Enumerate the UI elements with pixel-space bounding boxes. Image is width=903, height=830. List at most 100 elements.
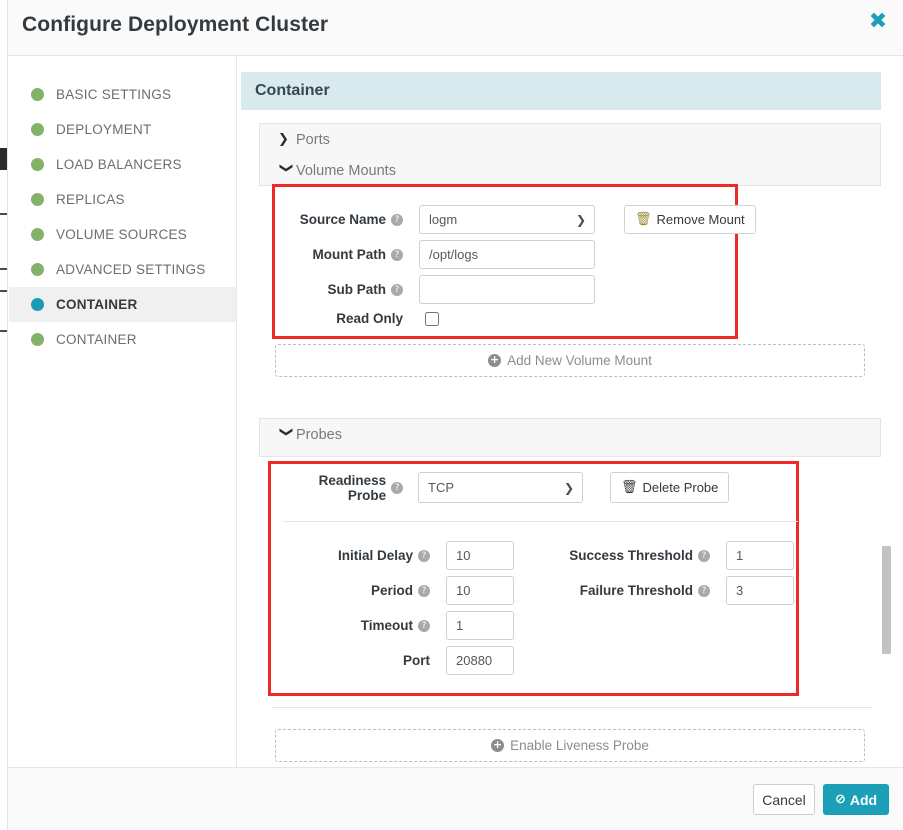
- sidebar-item-label: CONTAINER: [56, 297, 138, 312]
- period-input[interactable]: [446, 576, 514, 605]
- source-name-select-wrapper: logm ❯: [419, 205, 595, 234]
- sidebar-item-advanced-settings[interactable]: ADVANCED SETTINGS: [9, 252, 236, 287]
- plus-circle-icon: +: [488, 353, 502, 367]
- chevron-down-icon: ❯: [278, 426, 294, 438]
- help-icon[interactable]: ?: [391, 248, 403, 261]
- close-icon[interactable]: ✖: [867, 11, 889, 34]
- status-dot-icon: [31, 123, 44, 136]
- status-dot-icon: [31, 263, 44, 276]
- field-readiness-probe: Readiness Probe ? TCP ❯ 🗑 Delete Probe: [278, 472, 730, 503]
- probes-section-divider: [272, 707, 872, 708]
- field-label: Failure Threshold ?: [558, 583, 710, 598]
- chevron-right-icon: ❯: [278, 132, 289, 147]
- label-text: Read Only: [336, 311, 403, 326]
- field-initial-delay: Initial Delay ?: [298, 541, 514, 570]
- field-success-threshold: Success Threshold ?: [558, 541, 794, 570]
- initial-delay-input[interactable]: [446, 541, 514, 570]
- edge-marker: [0, 268, 7, 270]
- status-dot-icon: [31, 333, 44, 346]
- help-icon[interactable]: ?: [698, 549, 710, 562]
- help-icon[interactable]: ?: [391, 213, 403, 226]
- field-label: Sub Path ?: [283, 282, 403, 297]
- status-dot-icon: [31, 88, 44, 101]
- edge-marker: [0, 148, 7, 170]
- label-text: Initial Delay: [337, 548, 413, 563]
- failure-threshold-input[interactable]: [726, 576, 794, 605]
- edge-marker: [0, 213, 7, 215]
- field-label: Source Name ?: [283, 212, 403, 227]
- sidebar-item-container-second[interactable]: CONTAINER: [9, 322, 236, 357]
- field-sub-path: Sub Path ?: [283, 275, 595, 304]
- field-timeout: Timeout ?: [298, 611, 514, 640]
- field-port: Port: [298, 646, 514, 675]
- accordion-ports-label: Ports: [296, 131, 330, 148]
- sidebar-item-basic-settings[interactable]: BASIC SETTINGS: [9, 77, 236, 112]
- dialog-header: Configure Deployment Cluster ✖: [8, 0, 903, 56]
- sidebar-item-label: DEPLOYMENT: [56, 122, 152, 137]
- content-scrollbar-track[interactable]: [882, 57, 894, 767]
- source-name-select[interactable]: logm: [419, 205, 595, 234]
- field-label: Mount Path ?: [283, 247, 403, 262]
- sidebar-item-label: CONTAINER: [56, 332, 137, 347]
- read-only-checkbox[interactable]: [425, 311, 439, 326]
- add-new-volume-mount-button[interactable]: + Add New Volume Mount: [275, 344, 865, 377]
- add-new-volume-mount-label: Add New Volume Mount: [507, 353, 652, 368]
- sidebar-item-label: ADVANCED SETTINGS: [56, 262, 206, 277]
- accordion-probes[interactable]: ❯ Probes: [260, 419, 880, 450]
- accordion-volume-mounts[interactable]: ❯ Volume Mounts: [260, 155, 880, 186]
- sidebar-item-load-balancers[interactable]: LOAD BALANCERS: [9, 147, 236, 182]
- check-circle-icon: ⊘: [834, 792, 846, 807]
- accordion-ports[interactable]: ❯ Ports: [260, 124, 880, 155]
- plus-circle-icon: +: [491, 738, 505, 752]
- enable-liveness-probe-label: Enable Liveness Probe: [510, 738, 649, 753]
- sidebar: BASIC SETTINGS DEPLOYMENT LOAD BALANCERS…: [9, 57, 237, 767]
- field-label: Timeout ?: [298, 618, 430, 633]
- label-text: Mount Path: [312, 247, 387, 262]
- help-icon[interactable]: ?: [418, 619, 430, 632]
- cancel-button[interactable]: Cancel: [753, 784, 815, 815]
- status-dot-icon: [31, 298, 44, 311]
- field-read-only: Read Only: [283, 311, 439, 326]
- trash-icon: 🗑: [635, 212, 652, 227]
- status-dot-icon: [31, 193, 44, 206]
- sidebar-item-container-active[interactable]: CONTAINER: [9, 287, 236, 322]
- sidebar-item-volume-sources[interactable]: VOLUME SOURCES: [9, 217, 236, 252]
- main-content: Container ❯ Ports ❯ Volume Mounts Source…: [238, 57, 903, 767]
- content-scrollbar-thumb[interactable]: [882, 546, 891, 654]
- delete-probe-button[interactable]: 🗑 Delete Probe: [610, 472, 730, 503]
- mount-path-input[interactable]: [419, 240, 595, 269]
- help-icon[interactable]: ?: [698, 584, 710, 597]
- probes-divider: [283, 521, 798, 522]
- probes-panel: ❯ Probes: [259, 418, 881, 457]
- trash-icon: 🗑: [621, 480, 638, 495]
- sidebar-item-label: VOLUME SOURCES: [56, 227, 188, 242]
- readiness-probe-select[interactable]: TCP: [418, 472, 583, 503]
- help-icon[interactable]: ?: [391, 283, 403, 296]
- window-edge-strip: [0, 0, 8, 830]
- label-text: Success Threshold: [569, 548, 693, 563]
- remove-mount-label: Remove Mount: [656, 212, 745, 227]
- port-input[interactable]: [446, 646, 514, 675]
- chevron-down-icon: ❯: [278, 162, 294, 174]
- field-label: Period ?: [298, 583, 430, 598]
- page-title: Configure Deployment Cluster: [22, 13, 329, 36]
- sidebar-item-replicas[interactable]: REPLICAS: [9, 182, 236, 217]
- sidebar-item-label: REPLICAS: [56, 192, 125, 207]
- sidebar-item-deployment[interactable]: DEPLOYMENT: [9, 112, 236, 147]
- help-icon[interactable]: ?: [418, 584, 430, 597]
- accordion-probes-label: Probes: [296, 426, 342, 443]
- volume-mounts-panel: ❯ Ports ❯ Volume Mounts: [259, 123, 881, 186]
- success-threshold-input[interactable]: [726, 541, 794, 570]
- timeout-input[interactable]: [446, 611, 514, 640]
- enable-liveness-probe-button[interactable]: + Enable Liveness Probe: [275, 729, 865, 762]
- field-label: Readiness Probe ?: [278, 473, 403, 503]
- help-icon[interactable]: ?: [391, 481, 403, 494]
- help-icon[interactable]: ?: [418, 549, 430, 562]
- label-text: Timeout: [360, 618, 413, 633]
- remove-mount-button[interactable]: 🗑 Remove Mount: [624, 205, 756, 234]
- sub-path-input[interactable]: [419, 275, 595, 304]
- add-button-label: Add: [849, 791, 878, 808]
- readiness-probe-select-wrapper: TCP ❯: [418, 472, 583, 503]
- dialog-footer: Cancel ⊘ Add: [8, 767, 903, 830]
- add-button[interactable]: ⊘ Add: [823, 784, 889, 815]
